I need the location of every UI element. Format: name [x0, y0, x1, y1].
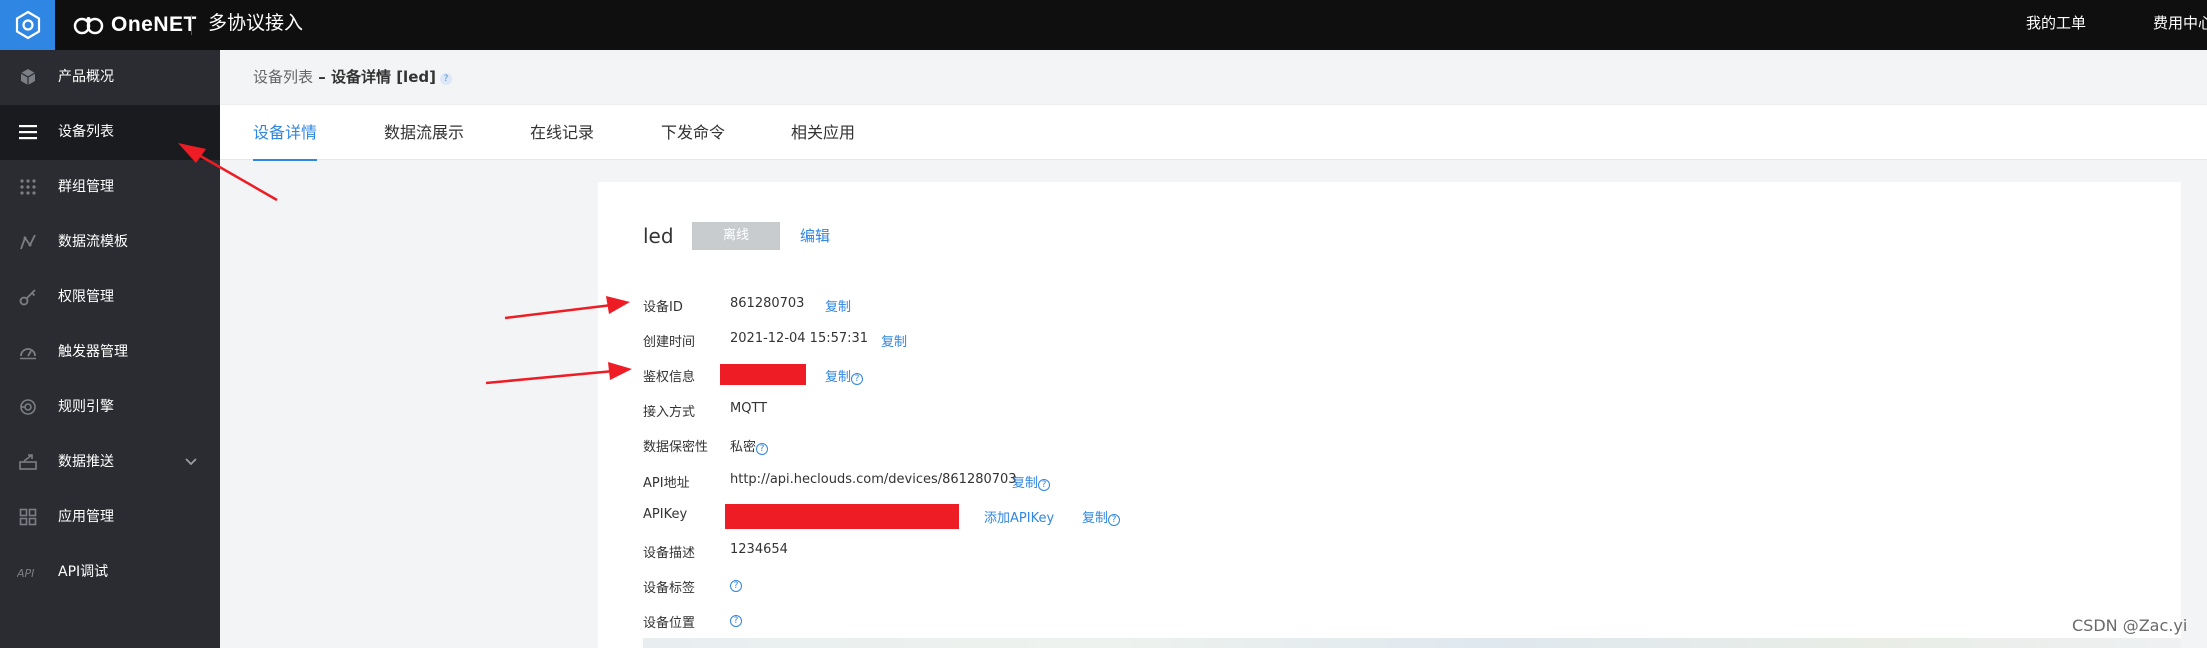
help-icon[interactable]: ? [756, 443, 769, 455]
copy-apikey-link[interactable]: 复制? [1082, 507, 1121, 526]
push-icon [17, 451, 39, 473]
chevron-down-icon[interactable] [184, 454, 198, 472]
api-icon: API [17, 561, 39, 583]
field-label: API地址 [643, 476, 690, 491]
help-icon[interactable]: ? [1038, 479, 1051, 491]
tab-datastream-display[interactable]: 数据流展示 [384, 105, 464, 161]
field-label: 接入方式 [643, 405, 696, 420]
help-icon[interactable]: ? [1108, 514, 1121, 526]
breadcrumb: 设备列表 – 设备详情 [led]? [253, 66, 452, 87]
help-icon[interactable]: ? [730, 615, 742, 627]
sidebar-item-trigger-management[interactable]: 触发器管理 [0, 325, 220, 380]
hexagon-logo-icon [15, 10, 40, 40]
field-label: 设备ID [643, 300, 683, 315]
location-map[interactable] [643, 638, 2181, 648]
cube-icon [17, 66, 39, 88]
field-label: 创建时间 [643, 335, 696, 350]
api-address-value: http://api.heclouds.com/devices/86128070… [730, 472, 1017, 487]
sidebar-item-label: 数据推送 [58, 454, 114, 470]
tab-online-records[interactable]: 在线记录 [530, 105, 594, 161]
sidebar-item-device-list[interactable]: 设备列表 [0, 105, 220, 160]
redaction-mark [725, 504, 959, 529]
sidebar-item-permission-management[interactable]: 权限管理 [0, 270, 220, 325]
sidebar-item-datastream-template[interactable]: 数据流模板 [0, 215, 220, 270]
billing-center-link[interactable]: 费用中心 [2153, 0, 2207, 50]
redaction-mark [720, 364, 806, 385]
list-icon [17, 121, 39, 143]
add-apikey-link[interactable]: 添加APIKey [984, 507, 1054, 526]
copy-auth-link[interactable]: 复制? [825, 366, 864, 385]
sidebar: 产品概况 设备列表 群组管理 数据流模板 权限管理 触发器管理 规则引擎 数据推… [0, 50, 220, 648]
tags-help: ? [730, 577, 742, 592]
description-value: 1234654 [730, 542, 788, 557]
sidebar-item-rule-engine[interactable]: 规则引擎 [0, 380, 220, 435]
my-tickets-link[interactable]: 我的工单 [2026, 0, 2086, 50]
home-logo-button[interactable] [0, 0, 55, 50]
tab-device-details[interactable]: 设备详情 [253, 105, 318, 161]
edit-link[interactable]: 编辑 [800, 225, 830, 246]
apps-icon [17, 506, 39, 528]
watermark: CSDN @Zac.yi [2072, 616, 2188, 635]
field-label: 设备位置 [643, 616, 696, 631]
access-value: MQTT [730, 401, 768, 416]
field-label: 设备标签 [643, 581, 696, 596]
sidebar-item-api-debug[interactable]: API API调试 [0, 545, 220, 600]
sidebar-item-label: API调试 [58, 564, 109, 580]
copy-api-link[interactable]: 复制? [1012, 472, 1051, 491]
field-label: APIKey [643, 507, 688, 522]
sidebar-item-product-overview[interactable]: 产品概况 [0, 50, 220, 105]
key-icon [17, 286, 39, 308]
svg-text:API: API [17, 567, 34, 579]
field-label: 设备描述 [643, 546, 696, 561]
help-icon[interactable]: ? [730, 580, 742, 592]
sidebar-item-data-push[interactable]: 数据推送 [0, 435, 220, 490]
device-detail-panel [598, 182, 2181, 648]
onenet-mark-icon [73, 17, 104, 35]
top-bar: OneNET 多协议接入 我的工单 费用中心 [0, 0, 2207, 50]
sidebar-item-label: 应用管理 [58, 509, 114, 525]
grid-dots-icon [17, 176, 39, 198]
brand-name: OneNET [111, 13, 197, 36]
sidebar-item-label: 产品概况 [58, 69, 114, 85]
gauge-icon [17, 341, 39, 363]
copy-created-link[interactable]: 复制 [881, 331, 907, 350]
sidebar-item-group-management[interactable]: 群组管理 [0, 160, 220, 215]
breadcrumb-parent-link[interactable]: 设备列表 [253, 68, 313, 86]
sidebar-item-app-management[interactable]: 应用管理 [0, 490, 220, 545]
field-label: 数据保密性 [643, 440, 709, 455]
help-icon[interactable]: ? [851, 373, 864, 385]
breadcrumb-current: 设备详情 [led] [330, 68, 436, 86]
rule-icon [17, 396, 39, 418]
help-icon[interactable]: ? [439, 73, 452, 85]
app-name: 多协议接入 [208, 12, 304, 34]
device-id-value: 861280703 [730, 296, 805, 311]
tab-related-apps[interactable]: 相关应用 [791, 105, 855, 161]
privacy-value: 私密? [730, 436, 769, 455]
sidebar-item-label: 规则引擎 [58, 399, 114, 415]
device-name: led [643, 224, 674, 248]
brand-logo[interactable]: OneNET [73, 0, 197, 50]
location-help: ? [730, 612, 742, 627]
sidebar-item-label: 设备列表 [58, 124, 114, 140]
sidebar-item-label: 触发器管理 [58, 344, 128, 360]
line-chart-icon [17, 231, 39, 253]
tab-bar: 设备详情 数据流展示 在线记录 下发命令 相关应用 [220, 104, 2207, 161]
sidebar-item-label: 权限管理 [58, 289, 114, 305]
copy-device-id-link[interactable]: 复制 [825, 296, 851, 315]
breadcrumb-separator: – [313, 68, 331, 86]
sidebar-item-label: 数据流模板 [58, 234, 128, 250]
status-badge: 离线 [692, 222, 780, 250]
brand-divider [191, 15, 192, 35]
sidebar-item-label: 群组管理 [58, 179, 114, 195]
tab-send-command[interactable]: 下发命令 [661, 105, 725, 161]
field-label: 鉴权信息 [643, 370, 696, 385]
created-value: 2021-12-04 15:57:31 [730, 331, 869, 346]
